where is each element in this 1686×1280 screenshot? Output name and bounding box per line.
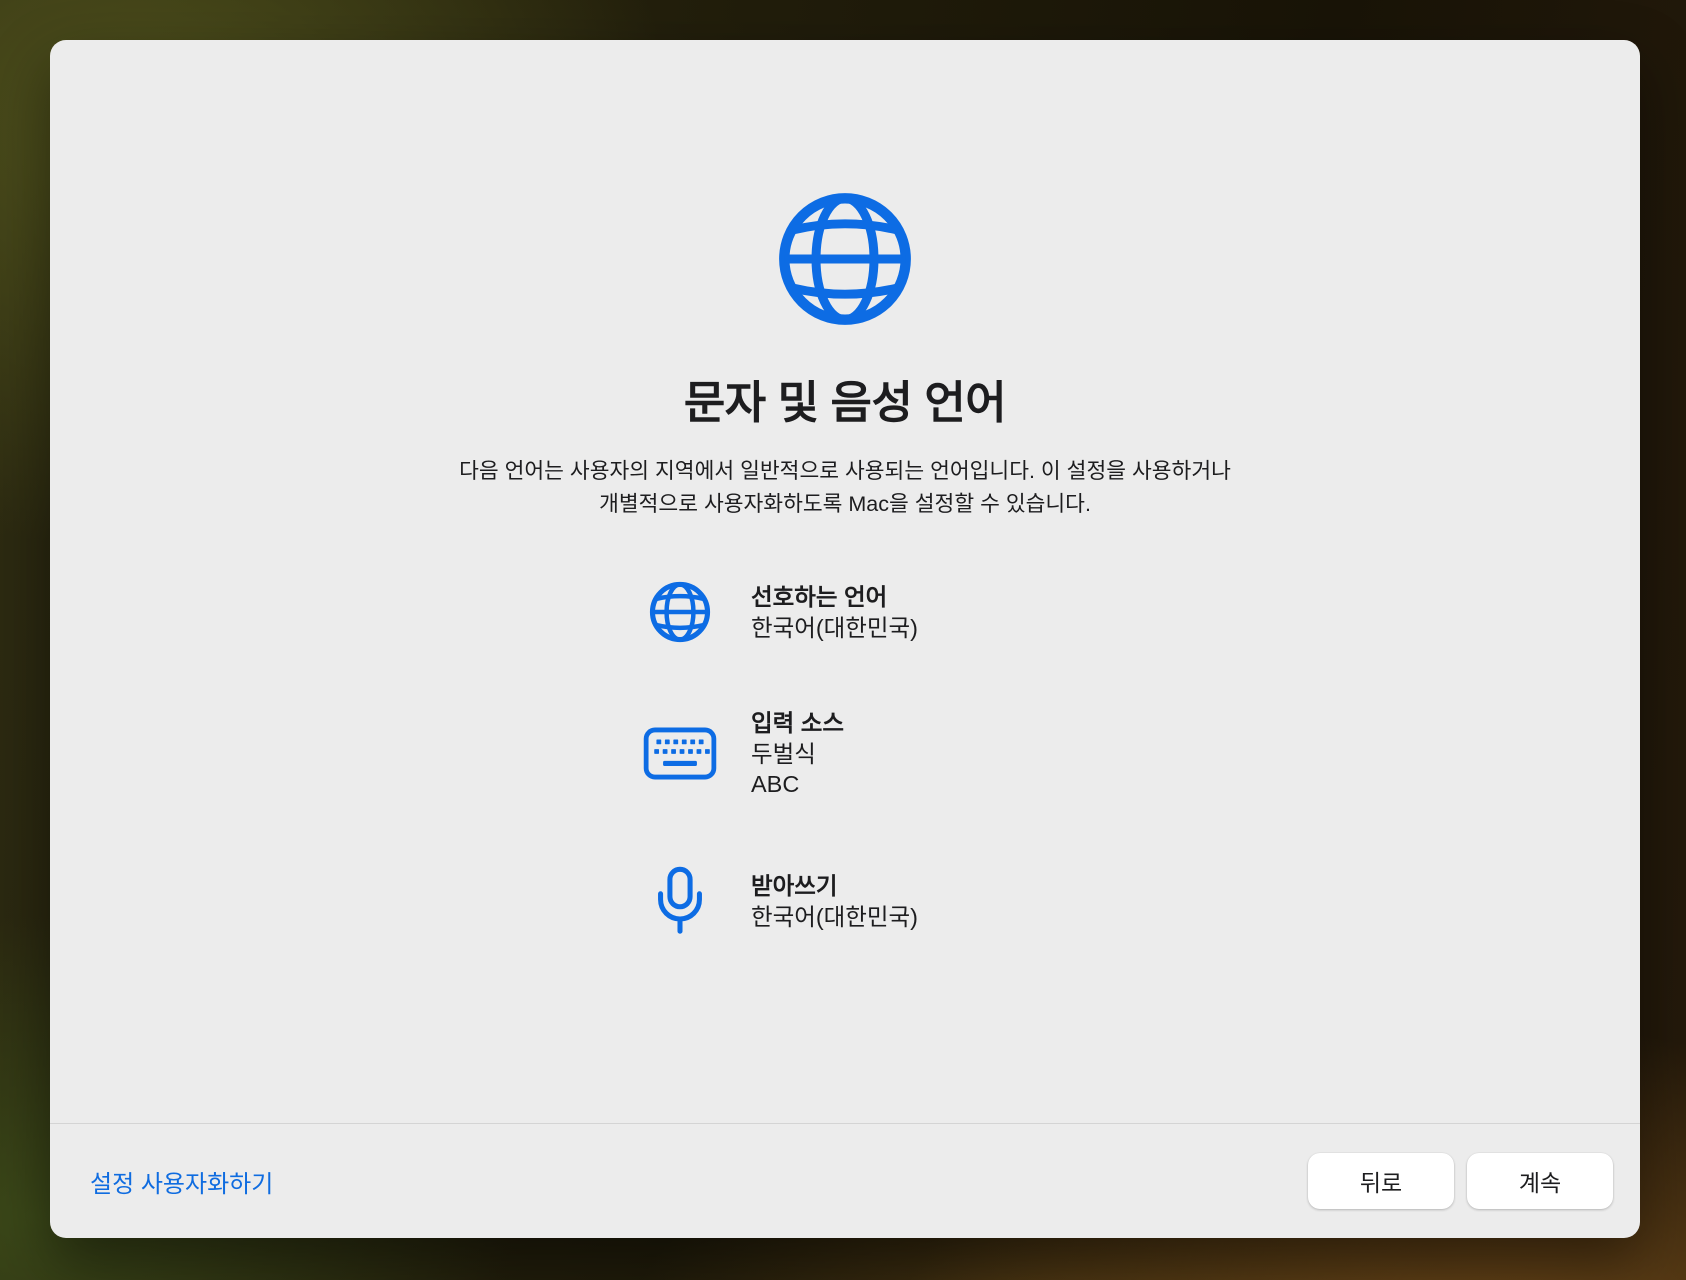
dictation-value: 한국어(대한민국): [751, 902, 918, 932]
preferred-language-text: 선호하는 언어 한국어(대한민국): [751, 582, 918, 643]
input-source-value-1: 두벌식: [751, 739, 844, 769]
customize-settings-link[interactable]: 설정 사용자화하기: [90, 1164, 273, 1199]
preferred-language-section: 선호하는 언어 한국어(대한민국): [635, 580, 918, 644]
input-sources-title: 입력 소스: [751, 708, 844, 739]
page-description-line1: 다음 언어는 사용자의 지역에서 일반적으로 사용되는 언어입니다. 이 설정을…: [50, 455, 1640, 488]
page-title: 문자 및 음성 언어: [50, 366, 1640, 431]
dictation-title: 받아쓰기: [751, 871, 918, 902]
keyboard-icon: [635, 727, 725, 780]
page-description: 다음 언어는 사용자의 지역에서 일반적으로 사용되는 언어입니다. 이 설정을…: [50, 455, 1640, 521]
preferred-language-value: 한국어(대한민국): [751, 613, 918, 643]
page-description-line2: 개별적으로 사용자화하도록 Mac을 설정할 수 있습니다.: [50, 488, 1640, 521]
input-source-value-2: ABC: [751, 769, 844, 799]
back-button[interactable]: 뒤로: [1308, 1153, 1454, 1209]
input-sources-section: 입력 소스 두벌식 ABC: [635, 708, 844, 799]
globe-icon: [635, 580, 725, 644]
globe-hero-icon: [776, 190, 914, 328]
footer-bar: 설정 사용자화하기 뒤로 계속: [50, 1123, 1640, 1238]
preferred-language-title: 선호하는 언어: [751, 582, 918, 613]
continue-button[interactable]: 계속: [1467, 1153, 1613, 1209]
dictation-section: 받아쓰기 한국어(대한민국): [635, 865, 918, 937]
setup-assistant-window: 문자 및 음성 언어 다음 언어는 사용자의 지역에서 일반적으로 사용되는 언…: [50, 40, 1640, 1238]
input-sources-text: 입력 소스 두벌식 ABC: [751, 708, 844, 799]
microphone-icon: [635, 865, 725, 937]
footer-buttons: 뒤로 계속: [1308, 1153, 1613, 1209]
dictation-text: 받아쓰기 한국어(대한민국): [751, 871, 918, 932]
